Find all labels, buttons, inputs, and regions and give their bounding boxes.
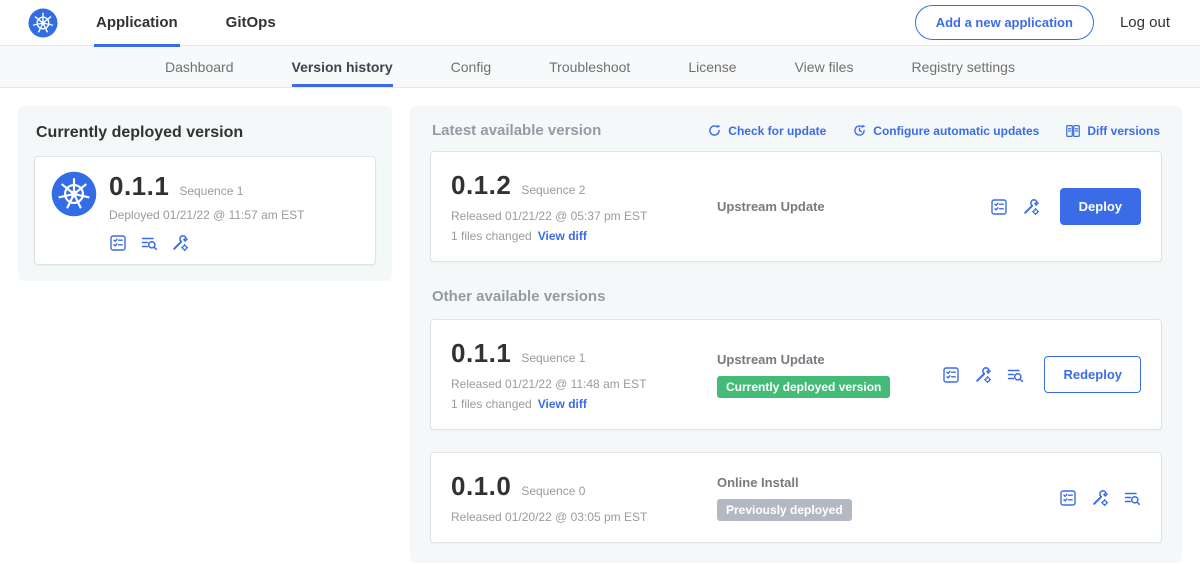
redeploy-button[interactable]: Redeploy — [1044, 356, 1141, 393]
subnav-troubleshoot[interactable]: Troubleshoot — [549, 46, 630, 87]
version-sequence: Sequence 0 — [521, 484, 585, 498]
version-source: Online Install — [717, 475, 1049, 490]
diff-versions-icon — [1065, 123, 1081, 139]
deploy-button[interactable]: Deploy — [1060, 188, 1141, 225]
previously-deployed-badge: Previously deployed — [717, 499, 852, 521]
version-source: Upstream Update — [717, 199, 980, 214]
release-notes-icon[interactable] — [942, 366, 960, 384]
config-icon[interactable] — [1022, 198, 1040, 216]
tab-application[interactable]: Application — [94, 0, 180, 46]
diff-icon[interactable] — [140, 234, 158, 252]
app-icon — [51, 171, 97, 217]
schedule-icon — [852, 123, 867, 138]
app-subnav: Dashboard Version history Config Trouble… — [0, 46, 1200, 88]
diff-icon[interactable] — [1123, 489, 1141, 507]
add-application-button[interactable]: Add a new application — [915, 5, 1094, 40]
config-icon[interactable] — [171, 234, 189, 252]
diff-versions-link[interactable]: Diff versions — [1065, 123, 1160, 139]
subnav-config[interactable]: Config — [451, 46, 491, 87]
version-card-0-1-1: 0.1.1 Sequence 1 Released 01/21/22 @ 11:… — [430, 319, 1162, 430]
other-versions-title: Other available versions — [432, 288, 1160, 305]
version-sequence: Sequence 1 — [521, 351, 585, 365]
version-card-0-1-2: 0.1.2 Sequence 2 Released 01/21/22 @ 05:… — [430, 151, 1162, 262]
subnav-dashboard[interactable]: Dashboard — [165, 46, 234, 87]
version-number: 0.1.1 — [451, 338, 511, 369]
version-source: Upstream Update — [717, 352, 932, 367]
deployed-timestamp: Deployed 01/21/22 @ 11:57 am EST — [109, 208, 304, 222]
tab-gitops[interactable]: GitOps — [224, 0, 278, 46]
released-timestamp: Released 01/20/22 @ 03:05 pm EST — [451, 510, 703, 524]
release-notes-icon[interactable] — [109, 234, 127, 252]
subnav-registry-settings[interactable]: Registry settings — [911, 46, 1014, 87]
config-icon[interactable] — [1091, 489, 1109, 507]
version-sequence: Sequence 2 — [521, 183, 585, 197]
version-card-0-1-0: 0.1.0 Sequence 0 Released 01/20/22 @ 03:… — [430, 452, 1162, 543]
top-tabs: Application GitOps — [94, 0, 322, 46]
logout-link[interactable]: Log out — [1120, 14, 1170, 31]
release-notes-icon[interactable] — [990, 198, 1008, 216]
currently-deployed-panel: Currently deployed version — [18, 106, 392, 281]
release-notes-icon[interactable] — [1059, 489, 1077, 507]
header-actions: Check for update Configure automatic upd… — [707, 123, 1160, 139]
view-diff-link[interactable]: View diff — [538, 229, 587, 243]
version-number: 0.1.0 — [451, 471, 511, 502]
view-diff-link[interactable]: View diff — [538, 397, 587, 411]
version-number: 0.1.2 — [451, 170, 511, 201]
subnav-version-history[interactable]: Version history — [292, 46, 393, 87]
configure-automatic-updates-link[interactable]: Configure automatic updates — [852, 123, 1039, 138]
deployed-sequence: Sequence 1 — [179, 184, 243, 198]
refresh-icon — [707, 123, 722, 138]
deployed-version-card: 0.1.1 Sequence 1 Deployed 01/21/22 @ 11:… — [34, 156, 376, 265]
top-bar: Application GitOps Add a new application… — [0, 0, 1200, 46]
check-for-update-link[interactable]: Check for update — [707, 123, 826, 138]
version-history-panel: Latest available version Check for updat… — [410, 106, 1182, 563]
latest-version-title: Latest available version — [432, 122, 601, 139]
kubernetes-logo-icon — [28, 8, 58, 38]
main-content: Currently deployed version — [0, 88, 1200, 564]
subnav-view-files[interactable]: View files — [795, 46, 854, 87]
released-timestamp: Released 01/21/22 @ 11:48 am EST — [451, 377, 703, 391]
files-changed: 1 files changed — [451, 229, 532, 243]
currently-deployed-badge: Currently deployed version — [717, 376, 890, 398]
currently-deployed-title: Currently deployed version — [36, 124, 376, 142]
config-icon[interactable] — [974, 366, 992, 384]
deployed-version-number: 0.1.1 — [109, 171, 169, 202]
topbar-right: Add a new application Log out — [915, 5, 1170, 40]
diff-icon[interactable] — [1006, 366, 1024, 384]
released-timestamp: Released 01/21/22 @ 05:37 pm EST — [451, 209, 703, 223]
files-changed: 1 files changed — [451, 397, 532, 411]
subnav-license[interactable]: License — [688, 46, 736, 87]
